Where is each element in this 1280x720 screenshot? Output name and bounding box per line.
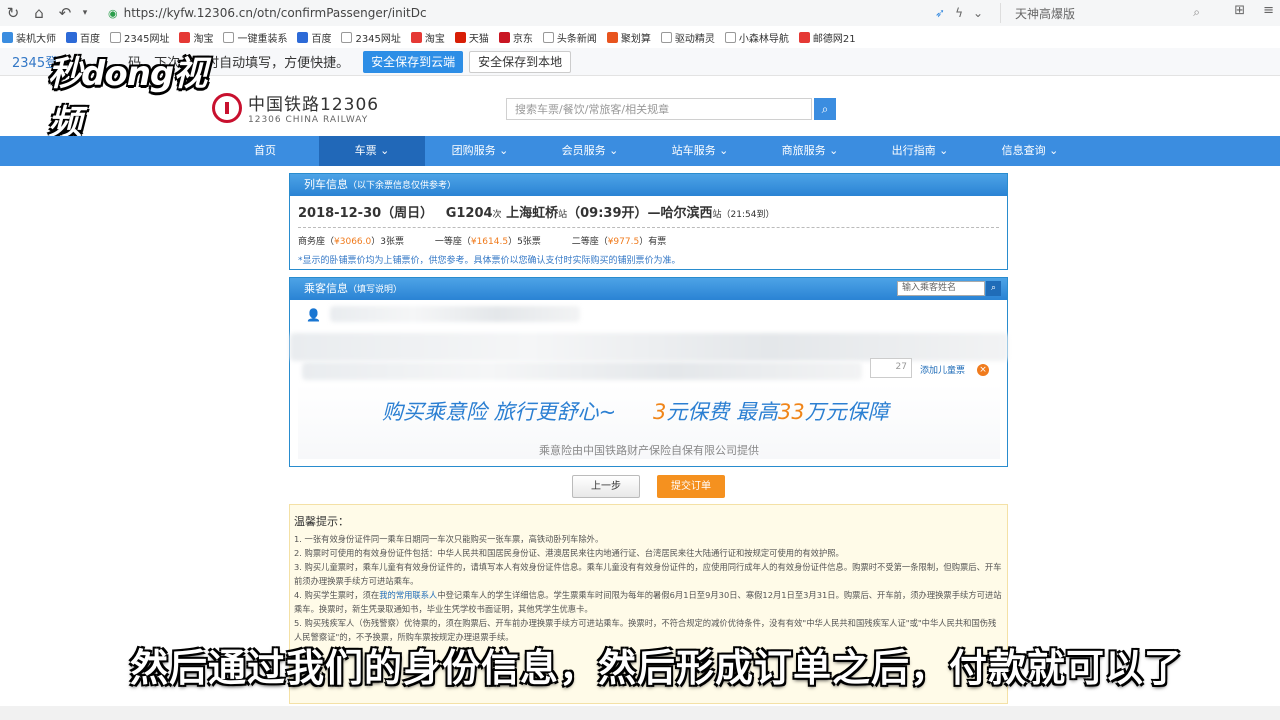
rocket-icon[interactable]: ➶	[935, 6, 945, 20]
id-number-field[interactable]: 27	[870, 358, 912, 378]
video-watermark: 秒dong视频	[48, 46, 228, 143]
nav-item-home[interactable]: 首页	[212, 136, 318, 166]
site-search-button[interactable]: ⌕	[814, 98, 836, 120]
page-icon	[660, 31, 672, 43]
bookmarks-bar: 装机大师 百度 2345网址 淘宝 一键重装系 百度 2345网址 淘宝 天猫 …	[0, 28, 1280, 46]
bookmark-item[interactable]: 装机大师	[2, 30, 56, 45]
bookmark-item[interactable]: 百度	[297, 30, 331, 45]
bookmark-item[interactable]: 一键重装系	[223, 30, 287, 45]
passenger-header: 乘客信息（填写说明） 输入乘客姓名 ⌕	[290, 278, 1007, 300]
nav-item-guide[interactable]: 出行指南 ⌄	[865, 136, 975, 166]
bookmark-item[interactable]: 邮德网21	[798, 30, 856, 45]
bookmark-item[interactable]: 头条新闻	[542, 30, 597, 45]
back-icon[interactable]: ↶	[52, 0, 78, 26]
address-bar[interactable]: ◉ https://kyfw.12306.cn/otn/confirmPasse…	[108, 3, 1008, 23]
passenger-search-input[interactable]: 输入乘客姓名	[897, 281, 985, 296]
nav-item-business[interactable]: 商旅服务 ⌄	[755, 136, 865, 166]
taobao-icon	[410, 31, 422, 43]
baidu-icon	[297, 31, 309, 43]
juhuasuan-icon	[606, 31, 618, 43]
previous-step-button[interactable]: 上一步	[572, 475, 640, 498]
passenger-panel: 乘客信息（填写说明） 输入乘客姓名 ⌕ 👤 27 添加儿童票 × 购买乘意险 旅…	[289, 277, 1008, 467]
menu-icon[interactable]: ≡	[1263, 3, 1274, 18]
mail-icon	[798, 31, 810, 43]
tips-title: 温馨提示：	[294, 515, 349, 528]
passenger-user-icon: 👤	[306, 308, 321, 322]
save-to-cloud-button[interactable]: 安全保存到云端	[363, 50, 464, 73]
nav-item-tickets[interactable]: 车票 ⌄	[319, 136, 425, 166]
page-icon	[223, 31, 235, 43]
refresh-icon[interactable]: ↻	[0, 0, 26, 26]
price-note: *显示的卧铺票价均为上铺票价，供您参考。具体票价以您确认支付时实际购买的铺别票价…	[298, 256, 681, 266]
search-icon[interactable]: ⌕	[1193, 5, 1200, 20]
home-icon[interactable]: ⌂	[26, 0, 52, 26]
site-search-input[interactable]: 搜索车票/餐饮/常旅客/相关规章	[506, 98, 812, 120]
url-text[interactable]: https://kyfw.12306.cn/otn/confirmPasseng…	[124, 6, 427, 20]
video-subtitle: 然后通过我们的身份信息，然后形成订单之后，付款就可以了	[130, 632, 1270, 696]
insurance-headline: 购买乘意险 旅行更舒心~ 3元保费 最高33万元保障	[382, 400, 889, 424]
bookmark-item[interactable]: 百度	[66, 30, 100, 45]
page-icon	[110, 31, 121, 43]
train-info-panel: 列车信息（以下余票信息仅供参考） 2018-12-30（周日） G1204次 上…	[289, 173, 1008, 270]
search-icon: ⌕	[821, 101, 829, 116]
insurance-banner[interactable]: 购买乘意险 旅行更舒心~ 3元保费 最高33万元保障 乘意险由中国铁路财产保险自…	[298, 384, 1000, 459]
bookmark-item[interactable]: 2345网址	[110, 30, 169, 45]
nav-item-group[interactable]: 团购服务 ⌄	[425, 136, 535, 166]
page-icon	[341, 31, 353, 43]
blurred-ticket-row	[302, 362, 862, 380]
blurred-passenger-list	[330, 306, 580, 322]
page-bottom-strip	[0, 706, 1280, 720]
main-nav: 首页 车票 ⌄ 团购服务 ⌄ 会员服务 ⌄ 站车服务 ⌄ 商旅服务 ⌄ 出行指南…	[0, 136, 1280, 166]
bookmark-icon	[2, 31, 13, 43]
nav-item-station[interactable]: 站车服务 ⌄	[645, 136, 755, 166]
site-search-placeholder: 搜索车票/餐饮/常旅客/相关规章	[515, 103, 670, 116]
blurred-ticket-header	[290, 333, 1008, 361]
insurance-provider: 乘意险由中国铁路财产保险自保有限公司提供	[539, 444, 759, 457]
browser-search-box[interactable]: 天神高爆版 ⌕	[1000, 3, 1210, 23]
seat-availability: 商务座（¥3066.0）3张票 一等座（¥1614.5）5张票 二等座（¥977…	[298, 237, 667, 247]
site-logo[interactable]: 中国铁路12306 12306 CHINA RAILWAY	[212, 90, 379, 125]
tmall-icon	[454, 31, 466, 43]
bookmark-item[interactable]: 小森林导航	[724, 30, 789, 45]
tip-line: 4. 购买学生票时，须在我的常用联系人中登记乘车人的学生详细信息。学生票乘车时间…	[294, 590, 1002, 614]
railway-logo-icon	[212, 92, 242, 123]
tip-line: 1. 一张有效身份证件同一乘车日期同一车次只能购买一张车票，高铁动卧列车除外。	[294, 534, 604, 544]
submit-order-button[interactable]: 提交订单	[657, 475, 725, 498]
save-to-local-button[interactable]: 安全保存到本地	[469, 50, 572, 73]
remove-passenger-icon[interactable]: ×	[977, 364, 989, 376]
subtitle-text: 然后通过我们的身份信息，然后形成订单之后，付款就可以了	[130, 645, 1184, 690]
baidu-icon	[66, 31, 77, 43]
bookmark-item[interactable]: 淘宝	[410, 30, 445, 45]
history-dropdown-icon[interactable]: ▾	[78, 0, 92, 26]
tip-line: 2. 购票时可使用的有效身份证件包括：中华人民共和国居民身份证、港澳居民来往内地…	[294, 548, 844, 558]
train-info-header: 列车信息（以下余票信息仅供参考）	[290, 174, 1007, 196]
dropdown-icon[interactable]: ⌄	[973, 6, 983, 20]
bookmark-item[interactable]: 聚划算	[606, 30, 651, 45]
toolbar-icons: ⊞ ≡	[1234, 3, 1274, 18]
lightning-icon[interactable]: ϟ	[955, 6, 963, 20]
apps-icon[interactable]: ⊞	[1234, 3, 1245, 18]
bookmark-item[interactable]: 2345网址	[341, 30, 401, 45]
jd-icon	[498, 31, 510, 43]
add-child-ticket-link[interactable]: 添加儿童票	[920, 363, 965, 376]
nav-item-info[interactable]: 信息查询 ⌄	[975, 136, 1085, 166]
passenger-search-button[interactable]: ⌕	[986, 281, 1001, 296]
bookmark-item[interactable]: 驱动精灵	[660, 30, 715, 45]
train-summary: 2018-12-30（周日） G1204次 上海虹桥站（09:39开）—哈尔滨西…	[298, 202, 999, 228]
logo-title: 中国铁路12306	[248, 95, 380, 115]
taobao-icon	[179, 31, 191, 43]
logo-subtitle: 12306 CHINA RAILWAY	[248, 115, 369, 125]
address-bar-actions: ➶ ϟ ⌄	[935, 3, 983, 23]
bookmark-item[interactable]: 京东	[498, 30, 533, 45]
page-icon	[724, 31, 736, 43]
watermark-text: 秒dong视频	[48, 54, 207, 143]
bookmark-item[interactable]: 淘宝	[179, 30, 213, 45]
bookmark-item[interactable]: 天猫	[454, 30, 489, 45]
secure-icon: ◉	[108, 6, 118, 20]
tip-line: 3. 购买儿童票时，乘车儿童有有效身份证件的，请填写本人有效身份证件信息。乘车儿…	[294, 562, 1002, 586]
page-icon	[542, 31, 554, 43]
contacts-link[interactable]: 我的常用联系人	[379, 590, 437, 600]
search-engine-text: 天神高爆版	[1015, 6, 1076, 21]
nav-item-member[interactable]: 会员服务 ⌄	[535, 136, 645, 166]
